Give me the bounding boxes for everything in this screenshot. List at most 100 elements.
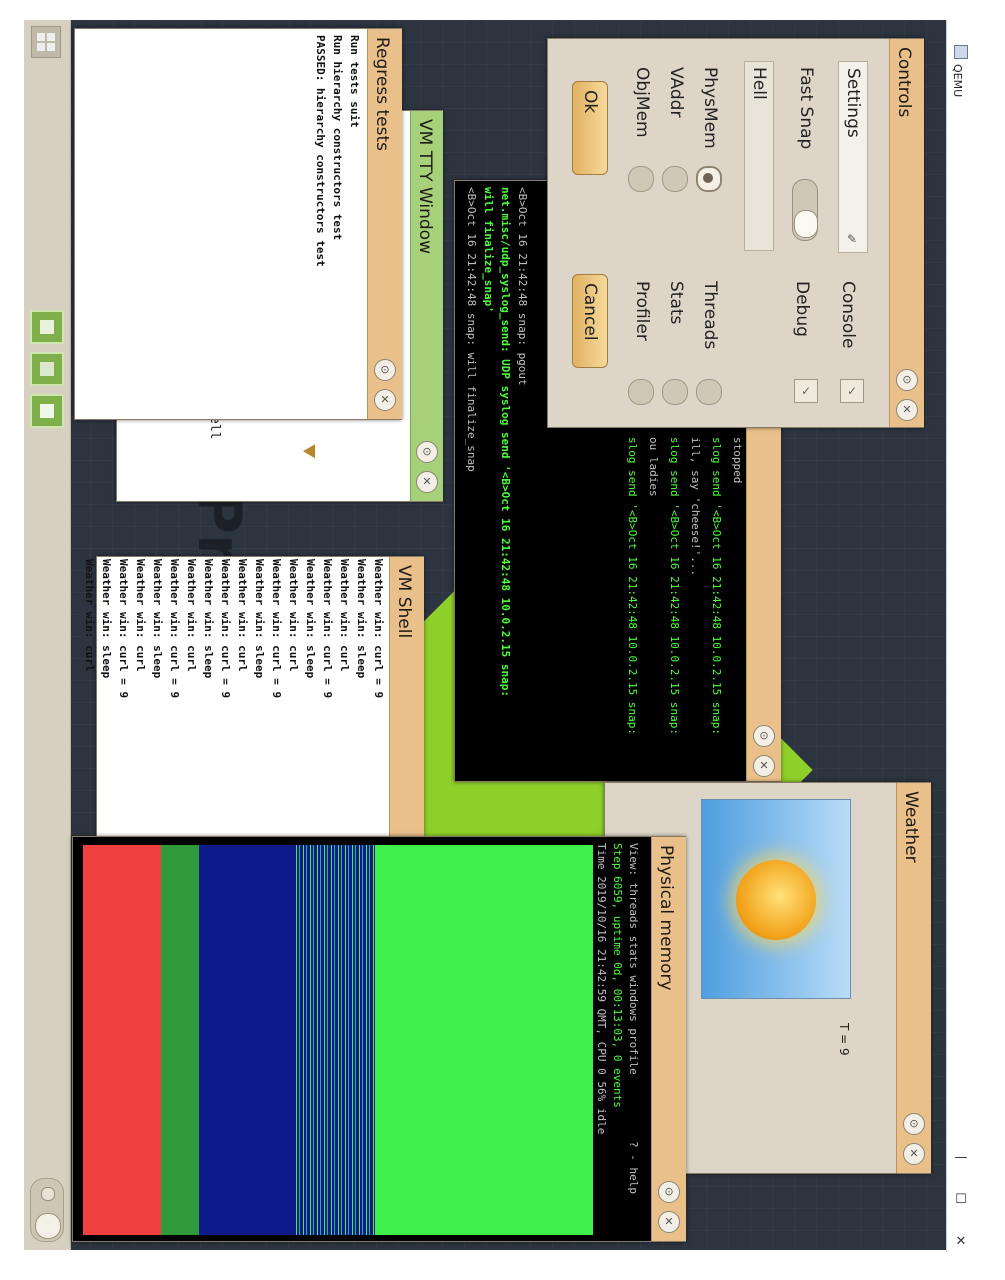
- debug-label: Debug: [792, 281, 812, 337]
- vm-shell-window[interactable]: VM Shell Weather win: curl = 9 Weather wi…: [83, 556, 424, 848]
- screenshot-frame: QEMU — ☐ ✕ Pr VM TTY Window ⊙ ✕ ell Regr…: [0, 0, 1005, 1280]
- regress-line: Run hierarchy constructors test: [331, 35, 344, 241]
- vm-shell-line: Weather win: sleep: [202, 559, 215, 679]
- vm-shell-line: Weather win: curl: [185, 559, 198, 672]
- regress-menu-button[interactable]: ⊙: [374, 359, 396, 381]
- vm-shell-line: Weather win: curl = 9: [372, 559, 385, 699]
- memory-band-mixed: [293, 845, 375, 1235]
- tty-close-button[interactable]: ✕: [416, 471, 438, 493]
- physmem-close-button[interactable]: ✕: [658, 1211, 680, 1233]
- taskbar: [24, 20, 71, 1250]
- controls-window[interactable]: Controls ⊙ ✕ Settings ✎ Fast Snap Hell P…: [547, 38, 924, 428]
- fast-snap-toggle[interactable]: [792, 179, 818, 241]
- qemu-app-icon: [954, 45, 968, 59]
- threads-radio[interactable]: [696, 379, 722, 405]
- system-tray-toggle[interactable]: [30, 1178, 64, 1242]
- memory-band-darkgreen: [161, 845, 199, 1235]
- vm-shell-line: Weather win: curl = 9: [168, 559, 181, 699]
- terminal-line: <B>Oct 16 21:42:48 snap: will finalize_s…: [465, 187, 478, 472]
- vm-shell-line: Weather win: curl = 9: [219, 559, 232, 699]
- settings-label: Settings: [843, 68, 863, 138]
- profiler-radio[interactable]: [628, 379, 654, 405]
- weather-close-button[interactable]: ✕: [903, 1143, 925, 1165]
- controls-title: Controls: [894, 47, 914, 118]
- console-checkbox[interactable]: ✓: [840, 379, 864, 403]
- physmem-label: PhysMem: [700, 67, 720, 149]
- minimize-button[interactable]: —: [951, 1148, 971, 1168]
- weather-title: Weather: [901, 791, 921, 863]
- close-button[interactable]: ✕: [951, 1232, 971, 1252]
- objmem-label: ObjMem: [632, 67, 652, 138]
- tray-dot-icon: [41, 1187, 55, 1201]
- vaddr-radio[interactable]: [662, 166, 688, 192]
- regress-close-button[interactable]: ✕: [374, 389, 396, 411]
- cancel-label: Cancel: [580, 283, 600, 341]
- terminal-close-button[interactable]: ✕: [753, 755, 775, 777]
- terminal-line: net.misc/udp_syslog_send: UDP syslog sen…: [499, 187, 512, 697]
- profiler-label: Profiler: [632, 281, 652, 341]
- physmem-info-line: Time 2019/10/16 21:42:59 QMT, CPU 0 56% …: [595, 843, 608, 1135]
- vm-shell-output: Weather win: curl = 9 Weather win: sleep W…: [83, 559, 385, 698]
- text-field[interactable]: Hell: [744, 61, 774, 251]
- mouse-cursor-icon: [302, 444, 322, 462]
- vm-shell-line: Weather win: curl: [134, 559, 147, 672]
- wrench-icon: ✎: [847, 232, 858, 246]
- regress-line: Run tests suit: [348, 35, 361, 128]
- weather-temperature: T = 9: [837, 1023, 851, 1056]
- terminal-menu-button[interactable]: ⊙: [753, 725, 775, 747]
- terminal-line: <B>Oct 16 21:42:48 snap: pgout: [516, 187, 529, 386]
- settings-dropdown[interactable]: Settings ✎: [838, 61, 868, 253]
- controls-close-button[interactable]: ✕: [896, 399, 918, 421]
- weather-menu-button[interactable]: ⊙: [903, 1113, 925, 1135]
- vm-shell-line: Weather win: curl = 9: [117, 559, 130, 699]
- app-icon-list[interactable]: [30, 352, 64, 386]
- vm-shell-line: Weather win: curl: [287, 559, 300, 672]
- vm-shell-line: Weather win: sleep: [304, 559, 317, 679]
- guest-desktop: Pr VM TTY Window ⊙ ✕ ell Regress tests ⊙…: [24, 20, 946, 1250]
- controls-menu-button[interactable]: ⊙: [896, 369, 918, 391]
- stats-radio[interactable]: [662, 379, 688, 405]
- qemu-titlebar: QEMU — ☐ ✕: [946, 20, 975, 1252]
- physmem-menu-button[interactable]: ⊙: [658, 1181, 680, 1203]
- tray-knob-icon: [35, 1213, 61, 1239]
- physmem-info-line: View: threads stats windows profile ? - …: [627, 843, 640, 1194]
- vm-shell-line: Weather win: sleep: [253, 559, 266, 679]
- start-menu-icon[interactable]: [31, 26, 61, 58]
- threads-label: Threads: [700, 281, 720, 350]
- memory-band-green: [375, 845, 593, 1235]
- terminal-line: will finalize_snap': [482, 187, 495, 313]
- memory-map: [83, 845, 593, 1235]
- debug-checkbox[interactable]: ✓: [794, 379, 818, 403]
- vm-shell-line: Weather win: curl = 9: [321, 559, 334, 699]
- regress-line: PASSED: hierarchy constructors test: [314, 35, 327, 267]
- ok-label: Ok: [580, 90, 600, 114]
- vm-shell-title: VM Shell: [394, 565, 414, 639]
- objmem-radio[interactable]: [628, 166, 654, 192]
- regress-title: Regress tests: [372, 37, 392, 151]
- regress-tests-window[interactable]: Regress tests ⊙ ✕ Run tests suit Run hie…: [74, 28, 402, 420]
- physmem-radio[interactable]: [696, 166, 722, 192]
- regress-output: Run tests suit Run hierarchy constructor…: [314, 35, 361, 267]
- vm-shell-line: Weather win: sleep: [151, 559, 164, 679]
- physmem-info: View: threads stats windows profile ? - …: [595, 843, 640, 1194]
- vm-tty-title: VM TTY Window: [415, 119, 435, 254]
- text-field-value: Hell: [749, 67, 769, 100]
- physmem-info-line: Step 6059, uptime 0d, 00:13:03, 0 events: [611, 843, 624, 1108]
- memory-band-blue: [199, 845, 293, 1235]
- physmem-title: Physical memory: [656, 845, 676, 991]
- maximize-button[interactable]: ☐: [951, 1190, 971, 1210]
- physical-memory-window[interactable]: Physical memory ⊙ ✕ View: threads stats …: [72, 836, 686, 1242]
- qemu-title: QEMU: [951, 64, 964, 98]
- sun-icon: [701, 799, 851, 999]
- memory-band-red: [83, 845, 161, 1235]
- vm-shell-line: Weather win: sleep: [355, 559, 368, 679]
- app-icon-monitor[interactable]: [30, 310, 64, 344]
- cancel-button[interactable]: Cancel: [572, 274, 608, 368]
- vm-shell-line: Weather win: curl: [236, 559, 249, 672]
- tty-menu-button[interactable]: ⊙: [416, 441, 438, 463]
- vm-shell-line: Weather win: sleep: [100, 559, 113, 679]
- ok-button[interactable]: Ok: [572, 81, 608, 175]
- vm-shell-line: Weather win: curl: [338, 559, 351, 672]
- app-icon-chart[interactable]: [30, 394, 64, 428]
- vaddr-label: VAddr: [666, 67, 686, 118]
